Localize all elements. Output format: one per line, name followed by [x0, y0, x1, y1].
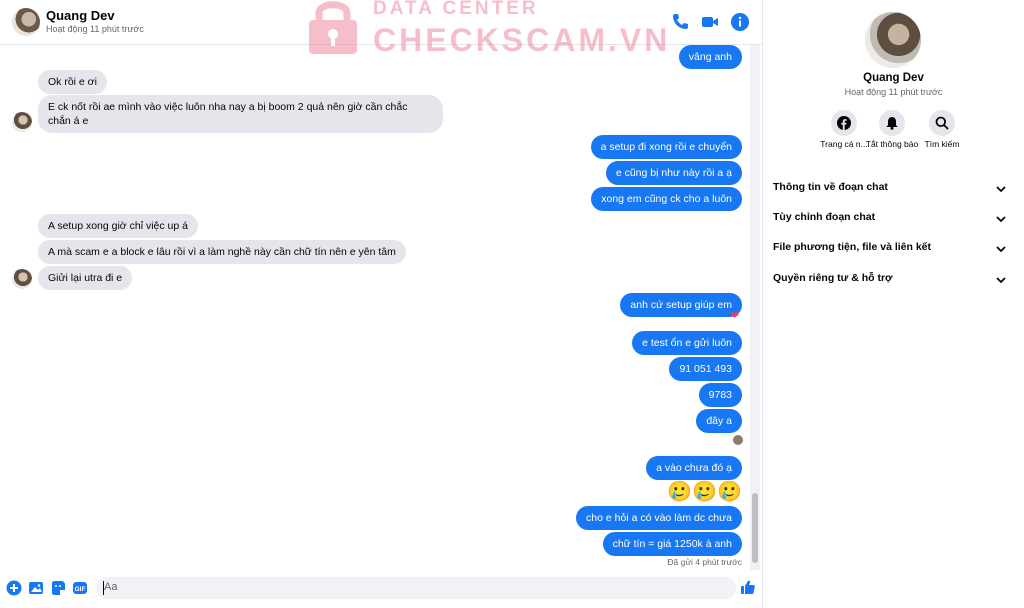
section-label: Tùy chỉnh đoạn chat: [773, 211, 876, 223]
chat-header: Quang Dev Hoạt động 11 phút trước: [0, 0, 762, 45]
message-list: vâng anh Ok rồi e ơi E ck nốt rồi ae mìn…: [0, 45, 750, 570]
message-incoming[interactable]: Ok rồi e ơi: [38, 70, 107, 94]
section-label: Thông tin về đoạn chat: [773, 181, 888, 193]
message-outgoing[interactable]: e cũng bị như này rồi a ạ: [605, 161, 742, 185]
message-outgoing[interactable]: xong em cũng ck cho a luôn: [591, 187, 742, 211]
message-outgoing[interactable]: e test ổn e gửi luôn: [632, 331, 742, 355]
message-outgoing[interactable]: cho e hỏi a có vào làm dc chưa: [576, 506, 742, 530]
search-button[interactable]: Tìm kiếm: [912, 110, 972, 149]
info-icon[interactable]: [730, 12, 750, 32]
sent-status: Đã gửi 4 phút trước: [667, 557, 742, 567]
message-incoming[interactable]: Giửi lại utra đi e: [38, 266, 133, 290]
contact-name[interactable]: Quang Dev: [46, 8, 115, 23]
message-incoming[interactable]: E ck nốt rồi ae mình vào việc luôn nha n…: [38, 95, 443, 133]
scrollbar[interactable]: [750, 45, 760, 570]
section-label: Quyền riêng tư & hỗ trợ: [773, 272, 893, 284]
chevron-down-icon[interactable]: [995, 274, 1007, 286]
message-input-placeholder: Aa: [104, 581, 118, 593]
chat-panel: Quang Dev Hoạt động 11 phút trước DATA C…: [0, 0, 763, 608]
chevron-down-icon[interactable]: [995, 183, 1007, 195]
sender-avatar: [12, 112, 32, 132]
message-outgoing[interactable]: vâng anh: [678, 45, 742, 69]
chevron-down-icon[interactable]: [995, 243, 1007, 255]
gif-icon[interactable]: GIF: [72, 580, 88, 596]
chevron-down-icon[interactable]: [995, 213, 1007, 225]
section-customize-chat[interactable]: Tùy chỉnh đoạn chat: [773, 211, 1013, 233]
search-icon[interactable]: [929, 110, 955, 136]
section-privacy-support[interactable]: Quyền riêng tư & hỗ trợ: [773, 272, 1013, 294]
plus-icon[interactable]: [6, 580, 22, 596]
profile-status: Hoạt động 11 phút trước: [844, 87, 943, 97]
message-outgoing[interactable]: anh cứ setup giúp em: [620, 293, 742, 317]
search-button-label: Tìm kiếm: [924, 139, 960, 149]
profile-avatar[interactable]: [865, 12, 921, 68]
message-input[interactable]: Aa: [96, 577, 736, 599]
message-incoming[interactable]: A setup xong giờ chỉ việc up á: [38, 214, 198, 238]
like-icon[interactable]: [740, 579, 756, 595]
section-label: File phương tiện, file và liên kết: [773, 241, 932, 253]
message-outgoing[interactable]: a vào chưa đó ạ: [646, 456, 742, 480]
facebook-icon[interactable]: [831, 110, 857, 136]
message-outgoing[interactable]: chữ tín = giá 1250k à anh: [602, 532, 742, 556]
image-icon[interactable]: [28, 580, 44, 596]
bell-icon[interactable]: [879, 110, 905, 136]
section-media-files-links[interactable]: File phương tiện, file và liên kết: [773, 241, 1013, 263]
profile-name: Quang Dev: [863, 72, 924, 84]
phone-icon[interactable]: [670, 12, 690, 32]
conversation-info-panel: Quang Dev Hoạt động 11 phút trước Trang …: [763, 0, 1024, 608]
message-outgoing[interactable]: 9783: [698, 383, 742, 407]
message-outgoing[interactable]: đây a: [696, 409, 742, 433]
emoji-message[interactable]: 🥲🥲🥲: [667, 479, 742, 504]
section-chat-info[interactable]: Thông tin về đoạn chat: [773, 181, 1013, 203]
contact-status: Hoạt động 11 phút trước: [46, 24, 144, 34]
svg-text:GIF: GIF: [75, 586, 86, 593]
seen-avatar: [733, 435, 743, 445]
sticker-icon[interactable]: [50, 580, 66, 596]
scrollbar-thumb[interactable]: [752, 493, 758, 563]
message-incoming[interactable]: A mà scam e a block e lâu rồi vì a làm n…: [38, 240, 406, 264]
heart-reaction[interactable]: ❤: [730, 309, 739, 322]
message-outgoing[interactable]: 91 051 493: [669, 357, 742, 381]
message-outgoing[interactable]: a setup đi xong rồi e chuyển: [590, 135, 742, 159]
contact-avatar[interactable]: [12, 8, 40, 36]
sender-avatar: [12, 269, 32, 289]
video-icon[interactable]: [700, 12, 720, 32]
